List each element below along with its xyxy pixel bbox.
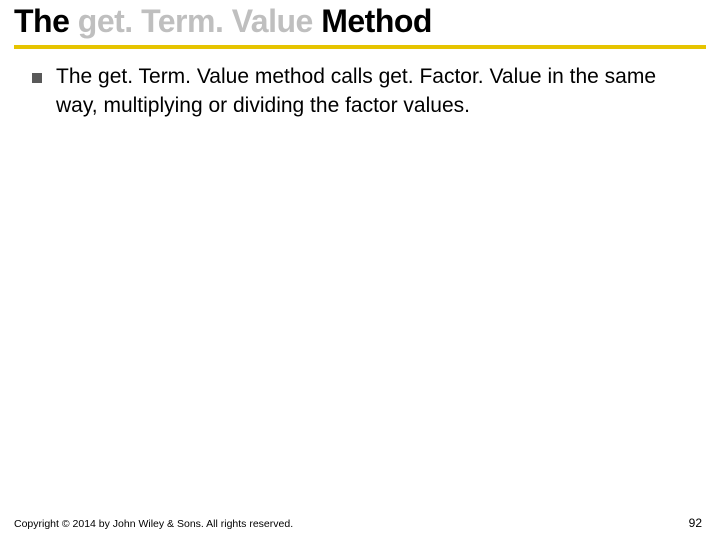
bullet-seg-3: method calls bbox=[255, 65, 379, 88]
bullet-icon bbox=[32, 73, 42, 83]
footer: Copyright © 2014 by John Wiley & Sons. A… bbox=[0, 516, 720, 530]
copyright-text: Copyright © 2014 by John Wiley & Sons. A… bbox=[14, 518, 293, 530]
bullet-text: The get. Term. Value method calls get. F… bbox=[56, 63, 688, 120]
title-area: The get. Term. Value Method bbox=[0, 0, 720, 39]
bullet-item: The get. Term. Value method calls get. F… bbox=[32, 63, 688, 120]
bullet-seg-4: get. Factor. Value bbox=[379, 65, 548, 88]
bullet-seg-2: get. Term. Value bbox=[98, 65, 255, 88]
slide-title: The get. Term. Value Method bbox=[14, 4, 706, 39]
page-number: 92 bbox=[689, 516, 702, 530]
title-seg-3: Method bbox=[321, 3, 432, 39]
body-area: The get. Term. Value method calls get. F… bbox=[0, 49, 720, 120]
slide: The get. Term. Value Method The get. Ter… bbox=[0, 0, 720, 540]
title-seg-2-light: get. Term. Value bbox=[78, 3, 321, 39]
bullet-seg-1: The bbox=[56, 65, 98, 88]
title-seg-1: The bbox=[14, 3, 78, 39]
